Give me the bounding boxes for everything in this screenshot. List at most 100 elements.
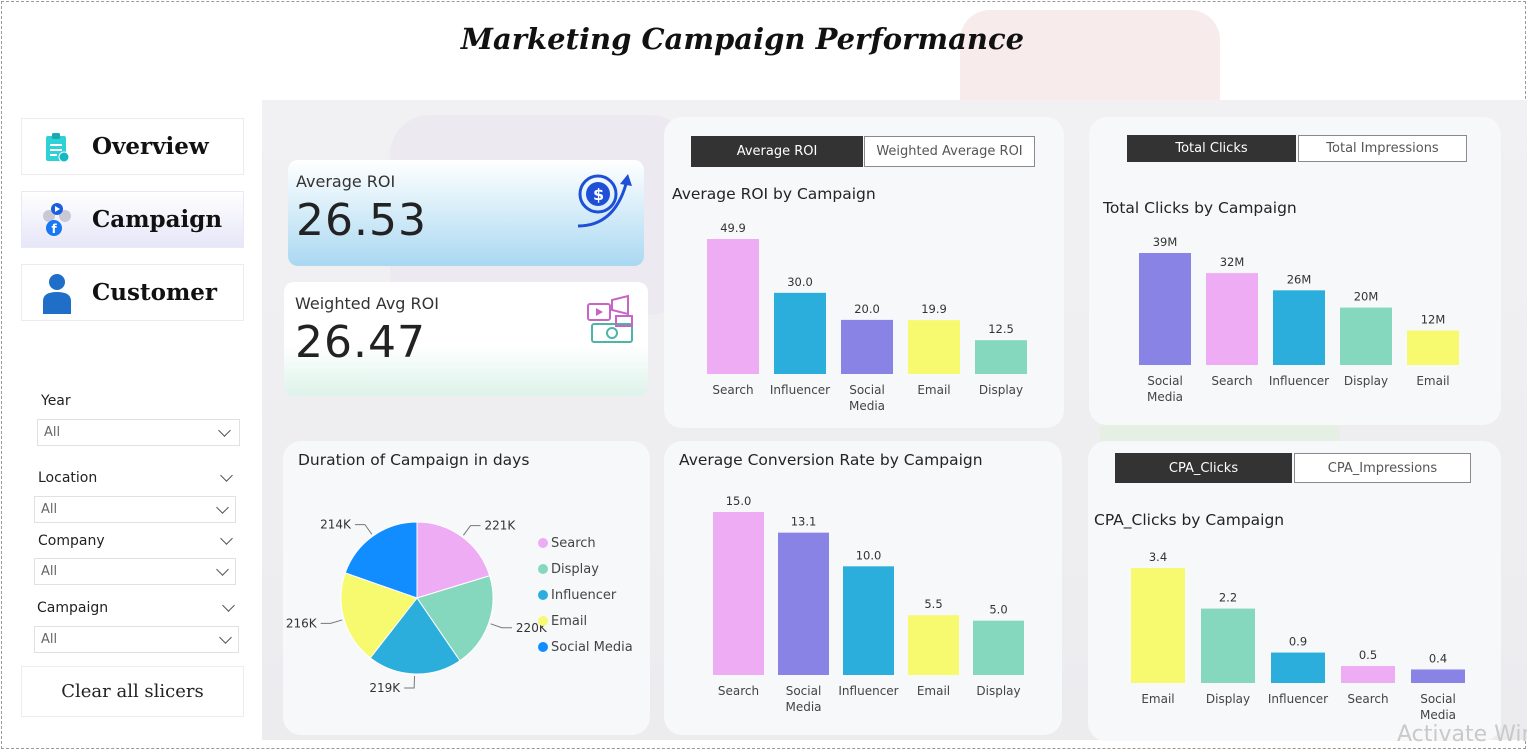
category-tick-label: Display	[976, 684, 1020, 698]
bar-social-media[interactable]	[778, 532, 829, 675]
campaign-slicer-label: Campaign	[37, 600, 109, 616]
legend-entry[interactable]: Influencer	[551, 588, 617, 603]
legend-marker	[538, 642, 548, 652]
nav-customer-button[interactable]: Customer	[21, 264, 244, 321]
nav-overview-button[interactable]: Overview	[21, 118, 244, 175]
chevron-down-icon	[218, 424, 231, 437]
data-label: 20.0	[854, 302, 880, 316]
category-tick-label: Social	[1147, 374, 1183, 388]
nav-label: Campaign	[92, 206, 223, 233]
location-dropdown-value: All	[41, 502, 58, 517]
bar-email[interactable]	[1131, 568, 1185, 683]
activate-windows-watermark: Activate Windows	[1397, 722, 1527, 747]
bar-search[interactable]	[713, 512, 764, 675]
bar-display[interactable]	[975, 340, 1027, 374]
category-tick-label: Email	[917, 383, 950, 397]
location-dropdown[interactable]: All	[34, 496, 236, 523]
bar-email[interactable]	[1407, 330, 1459, 365]
year-dropdown[interactable]: All	[37, 419, 240, 446]
category-tick-label: Email	[1416, 374, 1449, 388]
data-label: 3.4	[1149, 550, 1167, 564]
category-tick-label: Social	[1420, 692, 1456, 706]
leader-line	[462, 525, 481, 536]
marketing-megaphone-icon	[587, 294, 633, 343]
bar-search[interactable]	[1206, 273, 1258, 365]
legend-entry[interactable]: Search	[551, 536, 596, 551]
bar-influencer[interactable]	[1273, 290, 1325, 365]
legend-marker	[538, 616, 548, 626]
campaign-dropdown[interactable]: All	[34, 626, 239, 653]
bar-search[interactable]	[707, 239, 759, 374]
leader-line	[354, 524, 373, 535]
data-label: 221K	[485, 519, 517, 533]
category-tick-label: Email	[1141, 692, 1174, 706]
chevron-down-icon	[216, 563, 229, 576]
data-label: 0.5	[1359, 648, 1377, 662]
bar-display[interactable]	[1340, 307, 1392, 365]
total-clicks-toggle[interactable]: Total Clicks	[1127, 135, 1296, 162]
bar-influencer[interactable]	[843, 566, 894, 675]
data-label: 13.1	[791, 515, 817, 529]
roi-dollar-icon: $	[577, 174, 632, 228]
weighted-average-roi-toggle[interactable]: Weighted Average ROI	[864, 136, 1035, 167]
data-label: 12.5	[988, 322, 1014, 336]
bar-display[interactable]	[1201, 608, 1255, 683]
leader-line	[490, 623, 512, 629]
social-media-icon: f	[22, 192, 92, 247]
data-label: 30.0	[787, 275, 813, 289]
total-clicks-bar-chart: 39M Social Media 32M Search 26M Influencer 20M D…	[1139, 235, 1459, 404]
category-tick-label: Search	[1347, 692, 1388, 706]
data-label: 216K	[286, 616, 318, 630]
conversion-chart-title: Average Conversion Rate by Campaign	[679, 451, 983, 469]
data-label: 0.9	[1289, 635, 1307, 649]
bar-display[interactable]	[973, 620, 1024, 675]
bar-social-media[interactable]	[1139, 253, 1191, 365]
bar-email[interactable]	[908, 615, 959, 675]
data-label: 49.9	[720, 221, 746, 235]
category-tick-label: Influencer	[838, 684, 898, 698]
data-label: 39M	[1153, 235, 1178, 249]
company-dropdown[interactable]: All	[34, 558, 236, 585]
roi-chart-title: Average ROI by Campaign	[672, 185, 876, 203]
total-impressions-toggle[interactable]: Total Impressions	[1298, 135, 1467, 162]
bar-search[interactable]	[1341, 666, 1395, 683]
bar-social-media[interactable]	[841, 319, 893, 374]
data-label: 19.9	[921, 302, 947, 316]
data-label: 12M	[1421, 313, 1446, 327]
category-tick-label: Media	[1420, 708, 1456, 722]
page-title: Marketing Campaign Performance	[460, 22, 1025, 56]
svg-text:f: f	[52, 222, 58, 236]
category-tick-label: Search	[712, 383, 753, 397]
category-tick-label: Email	[917, 684, 950, 698]
cpa-impressions-toggle[interactable]: CPA_Impressions	[1294, 453, 1471, 483]
nav-campaign-button[interactable]: f Campaign	[21, 191, 244, 248]
bar-influencer[interactable]	[774, 292, 826, 374]
data-label: 0.4	[1429, 651, 1447, 665]
cpa-clicks-toggle[interactable]: CPA_Clicks	[1115, 453, 1292, 483]
data-label: 15.0	[726, 494, 752, 508]
legend-entry[interactable]: Social Media	[551, 640, 633, 655]
average-roi-card: Average ROI 26.53 $	[288, 160, 644, 266]
category-tick-label: Social	[849, 383, 885, 397]
data-label: 2.2	[1219, 591, 1237, 605]
location-slicer-label: Location	[38, 470, 98, 486]
bar-social-media[interactable]	[1411, 669, 1465, 683]
bar-email[interactable]	[908, 320, 960, 374]
bar-influencer[interactable]	[1271, 652, 1325, 683]
data-label: 5.5	[924, 597, 942, 611]
chevron-down-icon	[219, 631, 232, 644]
legend-entry[interactable]: Display	[551, 562, 599, 577]
data-label: 10.0	[856, 548, 882, 562]
data-label: 26M	[1287, 272, 1312, 286]
company-dropdown-value: All	[41, 564, 58, 579]
conversion-rate-bar-chart: 15.0 Search 13.1 Social Media 10.0 Influencer 5…	[713, 494, 1024, 714]
category-tick-label: Display	[979, 383, 1023, 397]
average-roi-toggle[interactable]: Average ROI	[691, 136, 863, 167]
data-label: 20M	[1354, 290, 1379, 304]
category-tick-label: Search	[718, 684, 759, 698]
category-tick-label: Search	[1211, 374, 1252, 388]
legend-entry[interactable]: Email	[551, 614, 587, 629]
data-label: 219K	[369, 681, 401, 695]
nav-label: Customer	[92, 279, 218, 306]
clear-all-slicers-button[interactable]: Clear all slicers	[21, 666, 244, 717]
